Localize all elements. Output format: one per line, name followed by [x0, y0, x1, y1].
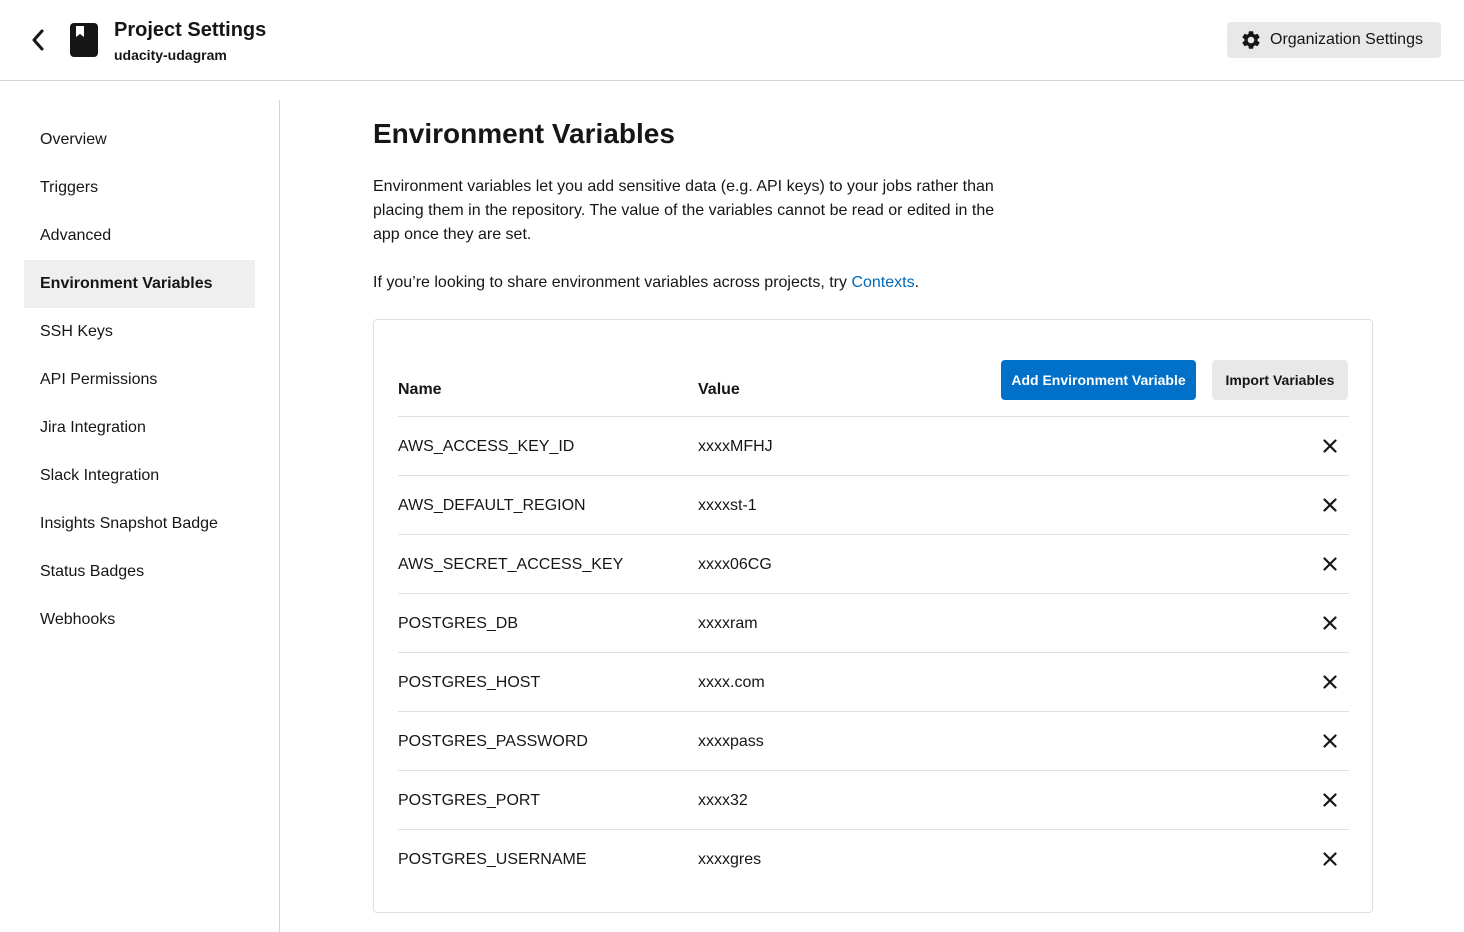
contexts-hint-text: If you’re looking to share environment v…	[373, 274, 852, 291]
variable-name: AWS_DEFAULT_REGION	[398, 496, 586, 514]
variable-name: POSTGRES_USERNAME	[398, 850, 587, 868]
sidebar-item-webhooks[interactable]: Webhooks	[24, 596, 255, 644]
table-row: AWS_DEFAULT_REGION xxxxst-1	[398, 476, 1349, 535]
table-row: POSTGRES_USERNAME xxxxgres	[398, 830, 1349, 889]
delete-variable-button[interactable]	[1320, 849, 1340, 869]
import-variables-button[interactable]: Import Variables	[1212, 360, 1348, 400]
delete-variable-button[interactable]	[1320, 613, 1340, 633]
env-vars-table-card: Name Value Add Environment Variable Impo…	[373, 319, 1373, 913]
variable-value: xxxxpass	[698, 732, 764, 750]
delete-variable-button[interactable]	[1320, 790, 1340, 810]
sidebar-item-overview[interactable]: Overview	[24, 116, 255, 164]
contexts-hint-suffix: .	[914, 274, 920, 291]
variable-value: xxxx.com	[698, 673, 765, 691]
page-title: Project Settings	[114, 19, 267, 41]
contexts-hint: If you’re looking to share environment v…	[373, 271, 919, 295]
table-row: AWS_ACCESS_KEY_ID xxxxMFHJ	[398, 417, 1349, 476]
sidebar-item-slack-integration[interactable]: Slack Integration	[24, 452, 255, 500]
settings-sidebar: Overview Triggers Advanced Environment V…	[0, 100, 280, 932]
close-icon	[1323, 439, 1337, 453]
delete-variable-button[interactable]	[1320, 672, 1340, 692]
variable-value: xxxxram	[698, 614, 758, 632]
variable-name: AWS_SECRET_ACCESS_KEY	[398, 555, 624, 573]
sidebar-item-triggers[interactable]: Triggers	[24, 164, 255, 212]
project-name: udacity-udagram	[114, 47, 227, 63]
delete-variable-button[interactable]	[1320, 436, 1340, 456]
table-row: POSTGRES_HOST xxxx.com	[398, 653, 1349, 712]
gear-icon	[1242, 31, 1260, 49]
variable-value: xxxxst-1	[698, 496, 757, 514]
title-block: Project Settings udacity-udagram	[114, 18, 266, 65]
variable-value: xxxx06CG	[698, 555, 772, 573]
back-button[interactable]	[24, 26, 52, 54]
variable-value: xxxx32	[698, 791, 748, 809]
contexts-link[interactable]: Contexts	[851, 274, 914, 291]
section-title: Environment Variables	[373, 118, 675, 149]
organization-settings-button[interactable]: Organization Settings	[1227, 22, 1441, 58]
close-icon	[1323, 616, 1337, 630]
sidebar-item-status-badges[interactable]: Status Badges	[24, 548, 255, 596]
delete-variable-button[interactable]	[1320, 731, 1340, 751]
chevron-left-icon	[32, 29, 44, 51]
table-row: POSTGRES_PASSWORD xxxxpass	[398, 712, 1349, 771]
close-icon	[1323, 675, 1337, 689]
sidebar-item-environment-variables[interactable]: Environment Variables	[24, 260, 255, 308]
table-row: POSTGRES_DB xxxxram	[398, 594, 1349, 653]
variable-name: AWS_ACCESS_KEY_ID	[398, 437, 575, 455]
close-icon	[1323, 557, 1337, 571]
add-environment-variable-button[interactable]: Add Environment Variable	[1001, 360, 1196, 400]
column-header-value: Value	[698, 381, 740, 398]
close-icon	[1323, 734, 1337, 748]
section-description: Environment variables let you add sensit…	[373, 178, 995, 243]
close-icon	[1323, 498, 1337, 512]
top-header: Project Settings udacity-udagram Organiz…	[0, 0, 1464, 81]
column-header-name: Name	[398, 381, 442, 398]
variable-value: xxxxMFHJ	[698, 437, 773, 455]
variable-name: POSTGRES_DB	[398, 614, 519, 632]
delete-variable-button[interactable]	[1320, 554, 1340, 574]
variable-name: POSTGRES_PASSWORD	[398, 732, 588, 750]
variable-value: xxxxgres	[698, 850, 762, 868]
variable-name: POSTGRES_PORT	[398, 791, 540, 809]
table-row: AWS_SECRET_ACCESS_KEY xxxx06CG	[398, 535, 1349, 594]
repo-bookmark-icon	[70, 23, 98, 57]
sidebar-item-advanced[interactable]: Advanced	[24, 212, 255, 260]
sidebar-item-insights-snapshot-badge[interactable]: Insights Snapshot Badge	[24, 500, 255, 548]
sidebar-item-ssh-keys[interactable]: SSH Keys	[24, 308, 255, 356]
close-icon	[1323, 793, 1337, 807]
delete-variable-button[interactable]	[1320, 495, 1340, 515]
sidebar-item-api-permissions[interactable]: API Permissions	[24, 356, 255, 404]
table-row: POSTGRES_PORT xxxx32	[398, 771, 1349, 830]
organization-settings-label: Organization Settings	[1270, 31, 1423, 48]
variable-name: POSTGRES_HOST	[398, 673, 541, 691]
close-icon	[1323, 852, 1337, 866]
sidebar-item-jira-integration[interactable]: Jira Integration	[24, 404, 255, 452]
